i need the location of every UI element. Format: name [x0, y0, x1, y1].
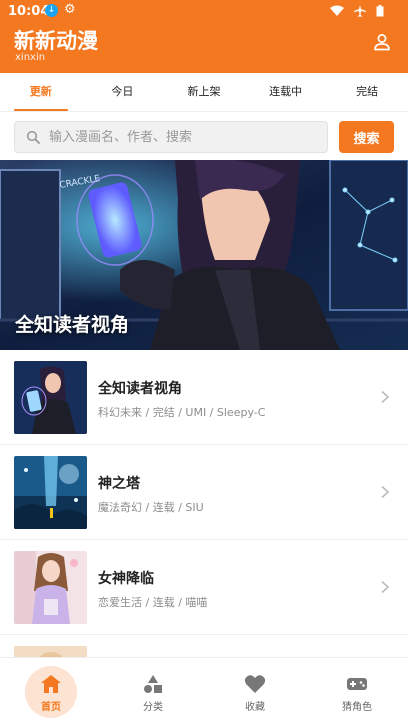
- search-button[interactable]: 搜索: [339, 121, 394, 153]
- download-icon: ↓: [45, 4, 58, 17]
- comic-meta: 恋爱生活 / 连载 / 喵喵: [98, 596, 208, 609]
- gamepad-icon: [347, 678, 367, 690]
- app-header: 10:04 ↓ ⚙ 新新动漫 xinxin: [0, 0, 408, 73]
- chevron-right-icon: [381, 580, 390, 594]
- system-status-icons: [330, 3, 384, 17]
- wifi-icon: [330, 5, 345, 16]
- app-subtitle: xinxin: [15, 52, 46, 63]
- home-icon: [41, 675, 61, 693]
- tab-today[interactable]: 今日: [82, 73, 164, 111]
- list-item[interactable]: 女神降临 恋爱生活 / 连载 / 喵喵: [0, 540, 408, 635]
- comic-cover: [14, 456, 87, 529]
- chevron-right-icon: [381, 485, 390, 499]
- list-item[interactable]: 全知读者视角 科幻未来 / 完结 / UMI / Sleepy-C: [0, 350, 408, 445]
- category-icon: [144, 675, 162, 693]
- list-item[interactable]: [0, 635, 408, 657]
- tab-completed[interactable]: 完结: [326, 73, 408, 111]
- comic-cover: [14, 551, 87, 624]
- comic-cover: [14, 361, 87, 434]
- nav-home[interactable]: 首页: [0, 658, 102, 725]
- status-time: 10:04: [8, 4, 50, 19]
- nav-guess-character-label: 猜角色: [342, 702, 372, 713]
- app-title: 新新动漫: [14, 29, 98, 53]
- battery-icon: [376, 4, 384, 16]
- nav-guess-character[interactable]: 猜角色: [306, 658, 408, 725]
- category-tabs: 更新 今日 新上架 连载中 完结: [0, 73, 408, 112]
- featured-banner[interactable]: CRACKLE 全知读者视角: [0, 160, 408, 350]
- comic-cover: [14, 646, 87, 657]
- user-icon[interactable]: [372, 32, 392, 52]
- search-box: [14, 121, 328, 153]
- status-bar: 10:04 ↓ ⚙: [0, 0, 408, 22]
- comic-list: 全知读者视角 科幻未来 / 完结 / UMI / Sleepy-C 神之塔 魔法…: [0, 350, 408, 657]
- nav-category-label: 分类: [143, 702, 163, 713]
- gear-icon: ⚙: [64, 2, 76, 17]
- comic-title: 全知读者视角: [98, 381, 182, 397]
- nav-category[interactable]: 分类: [102, 658, 204, 725]
- comic-title: 女神降临: [98, 571, 154, 587]
- airplane-icon: [354, 4, 367, 17]
- banner-title: 全知读者视角: [15, 314, 130, 336]
- nav-home-label: 首页: [41, 702, 61, 713]
- comic-title: 神之塔: [98, 476, 140, 492]
- nav-favorites-label: 收藏: [245, 702, 265, 713]
- tab-new-arrivals[interactable]: 新上架: [163, 73, 245, 111]
- search-icon: [26, 130, 40, 144]
- heart-icon: [244, 675, 266, 693]
- search-input[interactable]: [49, 122, 319, 152]
- tab-ongoing[interactable]: 连载中: [245, 73, 327, 111]
- search-bar: 搜索: [0, 112, 408, 160]
- list-item[interactable]: 神之塔 魔法奇幻 / 连载 / SIU: [0, 445, 408, 540]
- bottom-navigation: 首页 分类 收藏 猜角色: [0, 657, 408, 725]
- nav-favorites[interactable]: 收藏: [204, 658, 306, 725]
- comic-meta: 科幻未来 / 完结 / UMI / Sleepy-C: [98, 406, 266, 419]
- tab-update[interactable]: 更新: [0, 73, 82, 111]
- comic-meta: 魔法奇幻 / 连载 / SIU: [98, 501, 204, 514]
- chevron-right-icon: [381, 390, 390, 404]
